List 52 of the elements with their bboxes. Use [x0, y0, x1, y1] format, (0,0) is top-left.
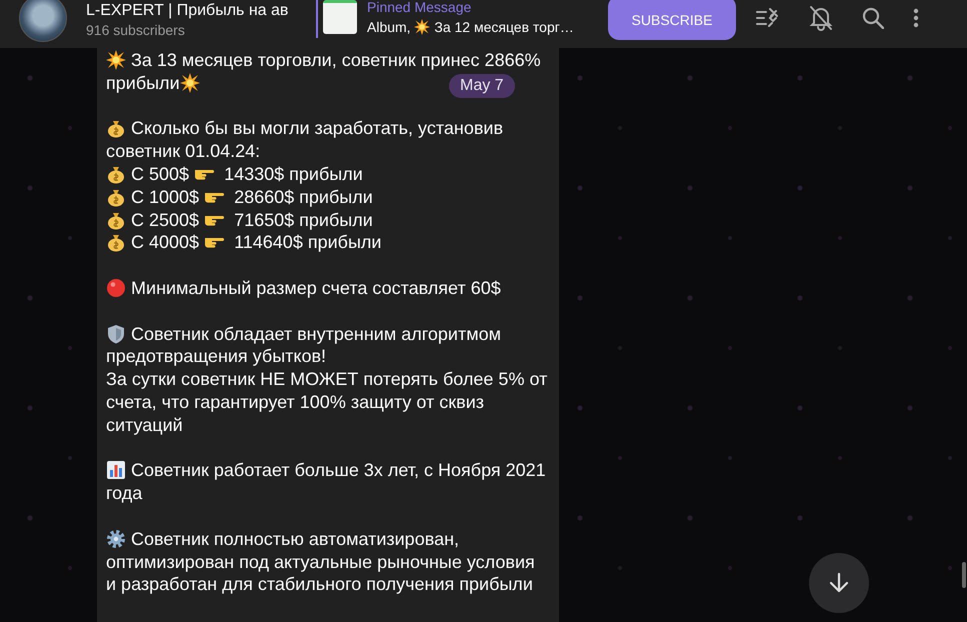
message-text: и разработан для стабильного получения прибыли — [106, 573, 533, 596]
subscriber-count: 916 subscribers — [86, 20, 186, 38]
message-text: советник 01.04.24: — [106, 140, 260, 163]
pinned-indicator — [316, 0, 318, 38]
explosion-icon — [180, 72, 200, 93]
explosion-icon — [414, 19, 430, 35]
message-text: счета, что гарантирует 100% защиту от сквиз — [106, 390, 484, 414]
message-text: 28660$ прибыли — [233, 186, 373, 209]
message-text: Минимальный размер счета составляет 60$ — [130, 276, 501, 300]
message-text: За сутки советник НЕ МОЖЕТ потерять более 5% от — [106, 368, 548, 391]
circle-icon — [106, 278, 126, 298]
pinned-label[interactable]: Pinned Message — [367, 0, 574, 17]
message-text: Советник обладает внутренним алгоритмом — [130, 322, 501, 346]
message-text: С 4000$ — [130, 231, 200, 254]
message-text: года — [106, 482, 142, 505]
shield-icon — [106, 324, 126, 344]
message-text: Сколько бы вы могли заработать, установив — [130, 117, 504, 140]
gear-icon — [106, 528, 126, 549]
message-text: 14330$ прибыли — [223, 162, 363, 186]
message-text: С 500$ — [130, 162, 190, 186]
pointing-hand-icon — [194, 168, 214, 180]
pointing-hand-icon — [204, 214, 224, 226]
money-bag-icon — [106, 118, 126, 138]
pinned-preview-text: За 12 месяцев торг… — [433, 18, 574, 37]
pinned-thumbnail — [323, 0, 357, 34]
channel-name[interactable]: L-EXPERT | Прибыль на ав — [86, 0, 288, 20]
arrow-down-icon — [828, 572, 850, 594]
message-text: Советник работает больше 3х лет, с Ноября 2021 — [130, 459, 546, 482]
message-text: Советник полностью автоматизирован, — [130, 528, 460, 551]
message-text: прибыли — [106, 72, 180, 95]
muted-bell-icon[interactable] — [809, 5, 833, 31]
pinned-list-icon[interactable] — [756, 7, 780, 29]
date-badge: May 7 — [449, 74, 515, 98]
bar-chart-icon — [106, 460, 126, 480]
message-text: С 1000$ — [130, 186, 200, 209]
pointing-hand-icon — [204, 237, 224, 248]
message-text: 71650$ прибыли — [233, 208, 373, 232]
message-text: оптимизирован под актуальные рыночные условия — [106, 550, 535, 574]
search-icon[interactable] — [862, 7, 884, 29]
message-text: 114640$ прибыли — [233, 231, 382, 254]
pinned-preview-text: Album, — [367, 18, 412, 37]
explosion-icon — [106, 50, 126, 70]
message-text: С 2500$ — [130, 208, 200, 232]
message-text: За 13 месяцев торговли, советник принес 2866% — [130, 49, 541, 72]
pointing-hand-icon — [204, 192, 224, 203]
message-text: предотвращения убытков! — [106, 345, 326, 368]
more-options-icon[interactable] — [913, 8, 919, 28]
scrollbar-thumb[interactable] — [962, 562, 966, 588]
channel-avatar[interactable] — [19, 0, 67, 42]
money-bag-icon — [106, 232, 126, 252]
subscribe-button[interactable]: SUBSCRIBE — [608, 0, 736, 40]
message-text: ситуаций — [106, 414, 183, 437]
